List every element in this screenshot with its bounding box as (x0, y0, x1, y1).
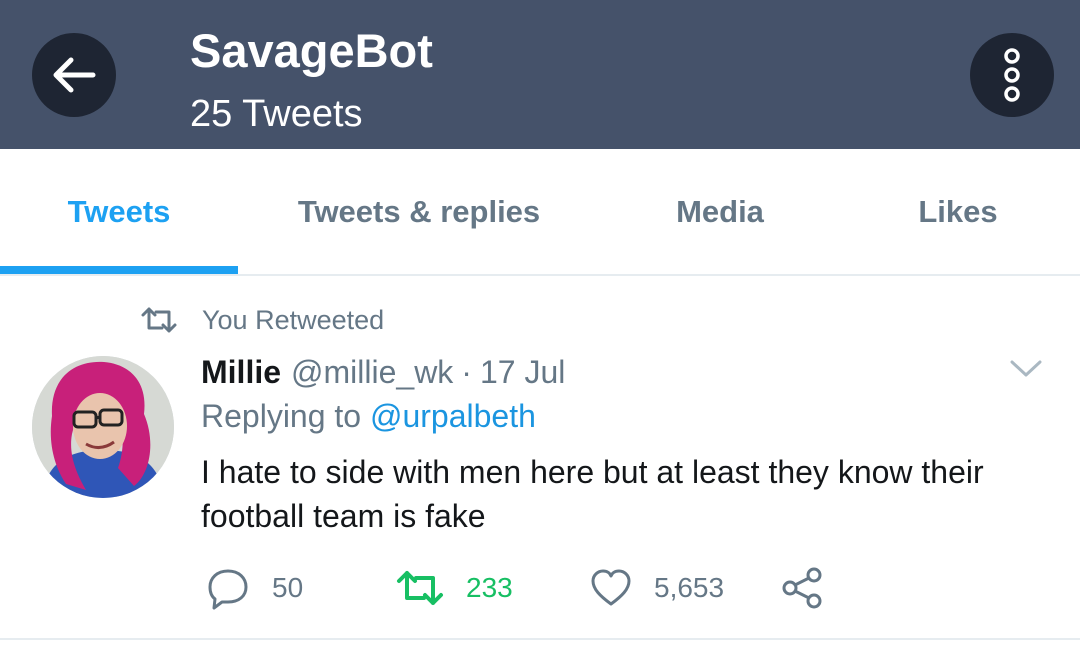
tweet-date[interactable]: 17 Jul (480, 354, 565, 391)
tab-media[interactable]: Media (620, 149, 820, 275)
more-options-button[interactable] (970, 33, 1054, 117)
avatar-image (32, 356, 174, 498)
replying-prefix: Replying to (201, 398, 362, 434)
like-button[interactable]: 5,653 (590, 560, 724, 616)
separator: · (461, 353, 472, 390)
tweet-divider (0, 638, 1080, 640)
tweet-actions: 50 233 5,653 (0, 560, 1080, 616)
tweet-count: 25 Tweets (190, 93, 363, 135)
chevron-down-icon (1010, 360, 1042, 377)
like-count: 5,653 (654, 572, 725, 603)
retweet-icon (141, 307, 177, 333)
tabs-divider (0, 274, 1080, 276)
retweet-note-label: You Retweeted (202, 304, 385, 335)
author-handle[interactable]: @millie_wk (291, 354, 453, 391)
tweet-text: I hate to side with men here but at leas… (201, 454, 984, 534)
share-icon (782, 567, 822, 609)
author-name[interactable]: Millie (201, 354, 281, 391)
share-button[interactable] (780, 560, 824, 616)
back-button[interactable] (32, 33, 116, 117)
reply-count: 50 (272, 572, 304, 603)
retweet-count: 233 (466, 572, 513, 603)
avatar[interactable] (32, 356, 174, 498)
reply-icon (208, 569, 248, 610)
retweet-icon (397, 571, 443, 605)
profile-header: SavageBot 25 Tweets (0, 0, 1080, 149)
heart-icon (591, 569, 631, 606)
retweet-button[interactable]: 233 (396, 560, 513, 616)
replying-to: Replying to @urpalbeth (201, 398, 536, 435)
arrow-left-icon (53, 57, 96, 93)
more-vertical-icon (1004, 48, 1020, 102)
reply-mention-link[interactable]: @urpalbeth (370, 398, 536, 434)
profile-title: SavageBot (190, 24, 433, 77)
profile-tabs: Tweets Tweets & replies Media Likes (0, 149, 1080, 275)
tab-tweets-and-replies[interactable]: Tweets & replies (258, 149, 580, 275)
tab-tweets[interactable]: Tweets (0, 149, 238, 275)
active-tab-indicator (0, 266, 238, 274)
reply-button[interactable]: 50 (206, 560, 303, 616)
retweet-context: You Retweeted (140, 300, 384, 340)
tweet-header: Millie @millie_wk · 17 Jul (201, 350, 565, 394)
tab-likes[interactable]: Likes (860, 149, 1056, 275)
tweet-options-button[interactable] (1008, 356, 1044, 385)
